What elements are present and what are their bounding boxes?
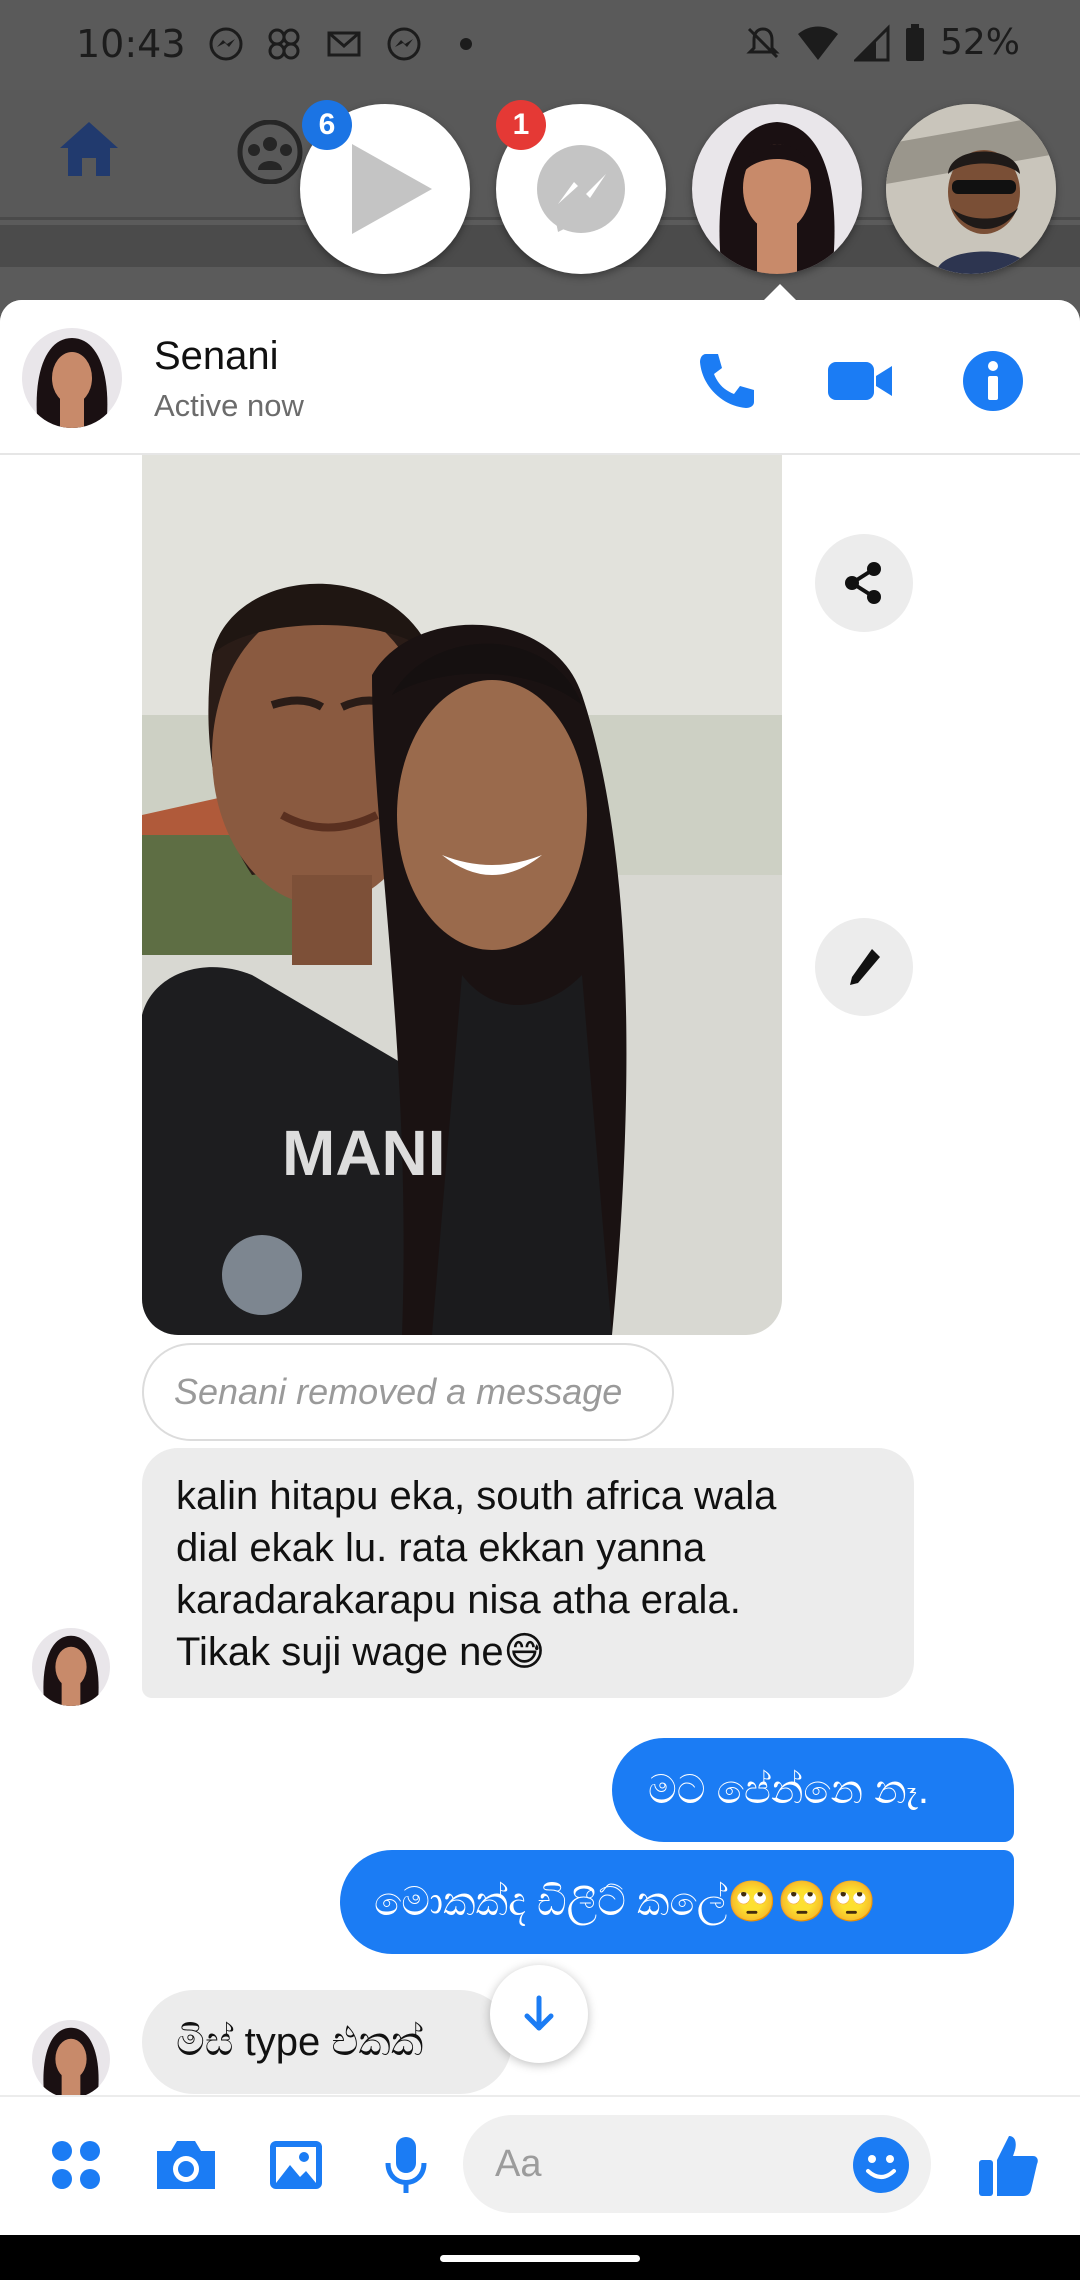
message-input[interactable] [495, 2139, 835, 2189]
senani-avatar-image [692, 104, 862, 274]
message-line: karadarakarapu nisa atha erala. [176, 1578, 741, 1622]
like-button[interactable] [970, 2127, 1046, 2203]
messenger-notification-icon [387, 27, 421, 61]
battery-icon [905, 23, 924, 61]
sender-avatar [32, 1628, 110, 1706]
message-line: Tikak suji wage ne😅 [176, 1630, 546, 1674]
share-button[interactable] [815, 534, 913, 632]
edit-button[interactable] [815, 918, 913, 1016]
home-gesture-handle[interactable] [440, 2255, 640, 2262]
chat-panel: Senani Active now MANI Senani removed a … [0, 300, 1080, 2235]
signal-icon [853, 23, 890, 61]
pencil-icon [850, 949, 880, 985]
couple-photo-image: MANI [142, 455, 782, 1335]
camera-button[interactable] [148, 2127, 224, 2203]
shirt-lettering: MANI [282, 1117, 446, 1189]
outgoing-message-1[interactable]: මට පේන්නෙ නෑ. [612, 1738, 1014, 1842]
wifi-icon [797, 26, 838, 60]
grid-notification-icon [268, 28, 300, 60]
message-input-container[interactable] [463, 2115, 931, 2213]
arrow-down-icon [524, 1995, 554, 2031]
conversation-header: Senani Active now [0, 300, 1080, 455]
video-badge: 6 [302, 100, 352, 150]
outgoing-message-2[interactable]: මොකක්ද ඩිලීට් කලේ🙄🙄🙄 [340, 1850, 1014, 1954]
contact-avatar[interactable] [22, 328, 122, 428]
microphone-icon [385, 2137, 427, 2193]
gallery-button[interactable] [258, 2127, 334, 2203]
status-bar: 10:43 52% [0, 0, 1080, 90]
messenger-notification-icon [209, 27, 243, 61]
active-status: Active now [154, 388, 304, 423]
video-call-icon[interactable] [826, 346, 896, 416]
incoming-message-1[interactable]: kalin hitapu eka, south africa wala dial… [142, 1448, 914, 1698]
info-icon[interactable] [958, 346, 1028, 416]
grid-dots-icon [52, 2141, 100, 2189]
system-navigation-bar [0, 2235, 1080, 2280]
senani-avatar-image [32, 1628, 110, 1706]
home-icon [60, 122, 118, 176]
emoji-icon[interactable] [851, 2135, 911, 2195]
messenger-badge: 1 [496, 100, 546, 150]
voice-call-icon[interactable] [692, 346, 762, 416]
composer [0, 2095, 1080, 2235]
contact-name[interactable]: Senani [154, 334, 279, 379]
message-line: kalin hitapu eka, south africa wala [176, 1474, 777, 1518]
incoming-message-2[interactable]: මිස් type එකක් [142, 1990, 512, 2094]
mute-icon [746, 26, 780, 58]
scroll-to-bottom-button[interactable] [490, 1965, 588, 2063]
more-actions-button[interactable] [38, 2127, 114, 2203]
more-notifications-dot-icon [460, 38, 472, 50]
senani-chat-head[interactable] [692, 104, 862, 274]
contact-avatar-image [886, 104, 1056, 274]
thumbs-up-icon [979, 2136, 1038, 2196]
status-right: 52% [744, 22, 1020, 63]
shared-photo[interactable]: MANI [142, 455, 782, 1335]
clock: 10:43 [76, 22, 186, 66]
message-line: dial ekak lu. rata ekkan yanna [176, 1526, 706, 1570]
image-icon [270, 2141, 322, 2189]
sender-avatar [32, 2020, 110, 2098]
voice-message-button[interactable] [368, 2127, 444, 2203]
senani-avatar-image [22, 328, 122, 428]
senani-avatar-image [32, 2020, 110, 2098]
camera-icon [157, 2141, 215, 2189]
groups-icon [237, 120, 303, 184]
battery-percent: 52% [939, 22, 1020, 63]
share-icon [845, 562, 881, 604]
removed-message-notice: Senani removed a message [142, 1343, 674, 1441]
mail-notification-icon [327, 31, 361, 57]
second-chat-head[interactable] [886, 104, 1056, 274]
